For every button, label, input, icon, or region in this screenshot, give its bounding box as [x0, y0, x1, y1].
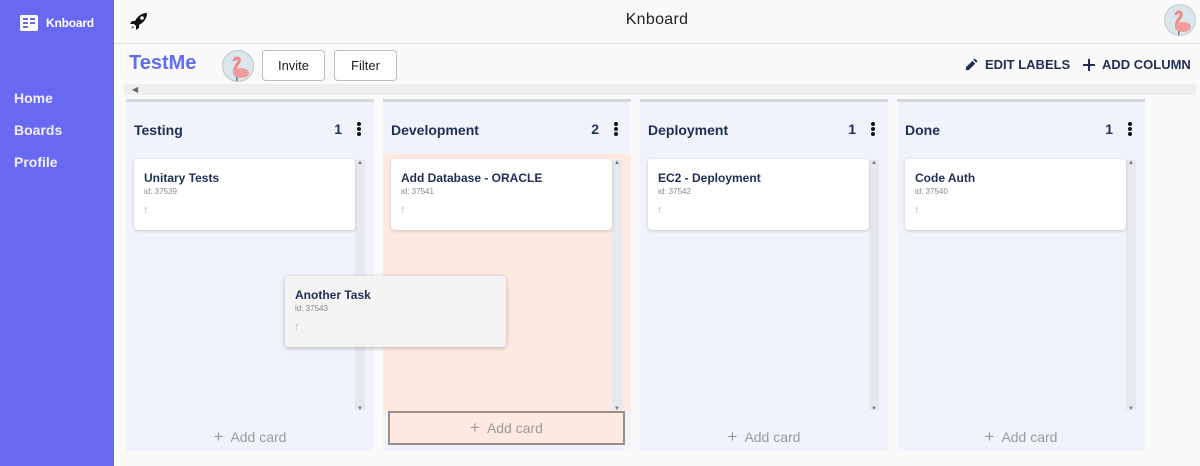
pencil-icon	[965, 58, 978, 71]
invite-button[interactable]: Invite	[262, 50, 325, 81]
card-id: id: 37540	[915, 187, 948, 196]
card-title: Add Database - ORACLE	[401, 171, 543, 185]
add-card-button[interactable]: + Add card	[388, 411, 625, 445]
edit-labels-button[interactable]: EDIT LABELS	[965, 57, 1070, 72]
card-title: Unitary Tests	[144, 171, 220, 185]
plus-icon: +	[470, 418, 480, 437]
sidebar-nav: Home Boards Profile	[14, 90, 62, 186]
card-id: id: 37543	[295, 304, 328, 313]
add-card-label: Add card	[486, 420, 543, 436]
more-vert-icon[interactable]	[1127, 122, 1133, 136]
plus-icon: +	[727, 427, 738, 446]
logo-text: Knboard	[46, 16, 94, 30]
add-card-label: Add card	[230, 429, 287, 445]
vertical-scrollbar[interactable]: ▲ ▼	[1126, 160, 1136, 412]
column-development: Development 2 ▲ ▼ Add Database - ORACLE i…	[383, 99, 631, 451]
filter-button[interactable]: Filter	[334, 50, 397, 81]
top-app-bar: Knboard	[114, 0, 1200, 44]
task-card[interactable]: Code Auth id: 37540 ↑	[905, 159, 1126, 230]
scroll-left-icon[interactable]: ◀	[132, 85, 138, 94]
column-title[interactable]: Deployment	[648, 122, 728, 138]
column-card-count: 1	[1105, 121, 1113, 137]
board-title[interactable]: TestMe	[129, 52, 196, 75]
more-vert-icon[interactable]	[870, 122, 876, 136]
column-card-count: 1	[848, 121, 856, 137]
add-column-button[interactable]: ADD COLUMN	[1083, 57, 1191, 72]
task-card[interactable]: Unitary Tests id: 37539 ↑	[134, 159, 355, 230]
board-header: TestMe Invite Filter EDIT LABELS ADD COL…	[114, 45, 1200, 85]
sidebar-item-boards[interactable]: Boards	[14, 122, 62, 154]
add-card-button[interactable]: + Add card	[126, 420, 374, 454]
add-card-label: Add card	[1001, 429, 1058, 445]
column-card-count: 1	[334, 121, 342, 137]
arrow-up-icon: ↑	[657, 204, 663, 216]
add-card-label: Add card	[744, 429, 801, 445]
knboard-logo-icon	[20, 15, 38, 31]
card-title: Code Auth	[915, 171, 976, 185]
more-vert-icon[interactable]	[613, 122, 619, 136]
arrow-up-icon: ↑	[294, 321, 300, 333]
column-title[interactable]: Testing	[134, 122, 183, 138]
logo[interactable]: Knboard	[18, 12, 94, 34]
horizontal-scrollbar[interactable]: ◀	[124, 84, 1196, 95]
add-column-label: ADD COLUMN	[1102, 57, 1191, 72]
column-title[interactable]: Done	[905, 122, 940, 138]
add-card-button[interactable]: + Add card	[640, 420, 888, 454]
card-id: id: 37539	[144, 187, 177, 196]
more-vert-icon[interactable]	[356, 122, 362, 136]
vertical-scrollbar[interactable]: ▲ ▼	[869, 160, 879, 412]
app-title: Knboard	[625, 11, 689, 28]
plus-icon: +	[213, 427, 224, 446]
sidebar: Knboard Home Boards Profile	[0, 0, 114, 466]
user-avatar[interactable]	[1164, 4, 1196, 36]
plus-icon	[1083, 58, 1095, 71]
card-title: EC2 - Deployment	[658, 171, 761, 185]
card-id: id: 37542	[658, 187, 691, 196]
task-card[interactable]: Add Database - ORACLE id: 37541 ↑	[391, 159, 612, 230]
task-card[interactable]: EC2 - Deployment id: 37542 ↑	[648, 159, 869, 230]
plus-icon: +	[984, 427, 995, 446]
arrow-up-icon: ↑	[143, 204, 149, 216]
column-title[interactable]: Development	[391, 122, 479, 138]
vertical-scrollbar[interactable]: ▲ ▼	[612, 160, 622, 412]
member-avatar[interactable]	[222, 50, 254, 82]
add-card-button[interactable]: + Add card	[897, 420, 1145, 454]
column-done: Done 1 ▲ ▼ Code Auth id: 37540 ↑ + Add ca…	[897, 99, 1145, 451]
dragging-task-card[interactable]: Another Task id: 37543 ↑	[285, 276, 506, 347]
edit-labels-label: EDIT LABELS	[985, 57, 1071, 72]
sidebar-item-profile[interactable]: Profile	[14, 154, 62, 186]
column-testing: Testing 1 ▲ ▼ Unitary Tests id: 37539 ↑ +…	[126, 99, 374, 451]
flamingo-avatar	[1174, 10, 1191, 35]
sidebar-item-home[interactable]: Home	[14, 90, 62, 122]
column-deployment: Deployment 1 ▲ ▼ EC2 - Deployment id: 375…	[640, 99, 888, 451]
card-title: Another Task	[295, 288, 371, 302]
flamingo-avatar	[232, 56, 249, 81]
arrow-up-icon: ↑	[400, 204, 406, 216]
card-id: id: 37541	[401, 187, 434, 196]
column-card-count: 2	[591, 121, 599, 137]
arrow-up-icon: ↑	[914, 204, 920, 216]
